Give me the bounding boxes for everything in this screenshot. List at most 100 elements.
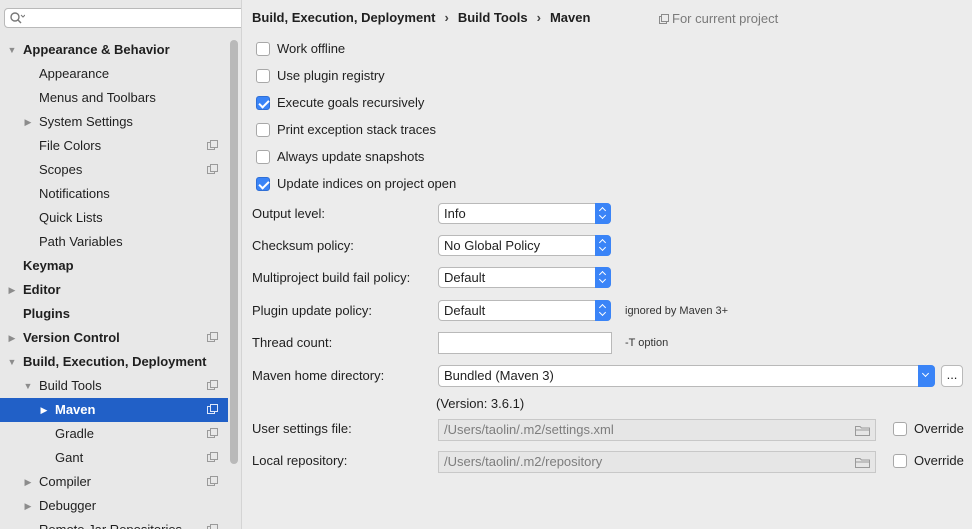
- sidebar-item-label: Compiler: [39, 474, 92, 489]
- expand-right-icon[interactable]: ▶: [23, 470, 33, 494]
- sidebar-item-label: File Colors: [39, 138, 102, 153]
- sidebar-item-label: Editor: [23, 282, 61, 297]
- sidebar-item-label: Plugins: [23, 306, 70, 321]
- expand-right-icon[interactable]: ▶: [23, 494, 33, 518]
- option-label: Use plugin registry: [277, 68, 385, 83]
- path-value: /Users/taolin/.m2/settings.xml: [444, 422, 614, 437]
- option-label: Always update snapshots: [277, 149, 425, 164]
- project-scope-icon: [207, 380, 218, 390]
- output-level-select[interactable]: Info: [438, 203, 611, 224]
- plugin-update-policy-hint: ignored by Maven 3+: [625, 305, 729, 317]
- sidebar-item-label: Menus and Toolbars: [39, 90, 156, 105]
- sidebar-item[interactable]: ▶ System Settings: [0, 110, 228, 134]
- sidebar-item[interactable]: ▶ Version Control: [0, 326, 228, 350]
- local-repository-field: /Users/taolin/.m2/repository: [438, 451, 876, 473]
- sidebar-item[interactable]: ▼ Build Tools: [0, 374, 228, 398]
- select-value: Default: [444, 303, 486, 318]
- chevron-down-icon: [918, 365, 935, 387]
- folder-icon[interactable]: [855, 457, 870, 468]
- plugin-update-policy-label: Plugin update policy:: [252, 303, 372, 318]
- sidebar-item[interactable]: ▶ Debugger: [0, 494, 228, 518]
- expand-down-icon[interactable]: ▼: [7, 350, 17, 374]
- sidebar-item[interactable]: Gant: [0, 446, 228, 470]
- breadcrumb-separator: ›: [444, 10, 449, 25]
- sidebar-item[interactable]: Remote Jar Repositories: [0, 518, 228, 529]
- override-checkbox[interactable]: [893, 454, 907, 468]
- sidebar-item[interactable]: Notifications: [0, 182, 228, 206]
- plugin-update-policy-select[interactable]: Default: [438, 300, 611, 321]
- sidebar-item[interactable]: Appearance: [0, 62, 228, 86]
- expand-down-icon[interactable]: ▼: [23, 374, 33, 398]
- unchecked-checkbox[interactable]: [256, 42, 270, 56]
- project-scope-icon: [207, 428, 218, 438]
- sidebar-item-label: Build, Execution, Deployment: [23, 354, 207, 369]
- sidebar-item[interactable]: ▶ Maven: [0, 398, 228, 422]
- override-checkbox[interactable]: [893, 422, 907, 436]
- folder-icon[interactable]: [855, 425, 870, 436]
- thread-count-label: Thread count:: [252, 335, 333, 350]
- sidebar-item-label: Scopes: [39, 162, 83, 177]
- chevron-updown-icon: [595, 267, 611, 288]
- checked-checkbox[interactable]: [256, 177, 270, 191]
- sidebar-item[interactable]: Gradle: [0, 422, 228, 446]
- path-value: /Users/taolin/.m2/repository: [444, 454, 603, 469]
- option-label: Update indices on project open: [277, 176, 457, 191]
- local-repository-label: Local repository:: [252, 453, 348, 468]
- sidebar-item[interactable]: Quick Lists: [0, 206, 228, 230]
- expand-down-icon[interactable]: ▼: [7, 38, 17, 62]
- project-scope-icon: [207, 164, 218, 174]
- scope-label: For current project: [672, 11, 779, 26]
- checksum-policy-select[interactable]: No Global Policy: [438, 235, 611, 256]
- user-settings-file-label: User settings file:: [252, 421, 352, 436]
- sidebar-item-label: Maven: [55, 402, 96, 417]
- sidebar-item-label: Appearance: [39, 66, 110, 81]
- sidebar-item[interactable]: Menus and Toolbars: [0, 86, 228, 110]
- expand-right-icon[interactable]: ▶: [7, 326, 17, 350]
- select-value: Info: [444, 206, 466, 221]
- sidebar-item-label: System Settings: [39, 114, 133, 129]
- sidebar-item[interactable]: ▼ Build, Execution, Deployment: [0, 350, 228, 374]
- unchecked-checkbox[interactable]: [256, 150, 270, 164]
- override-label: Override: [914, 421, 964, 436]
- sidebar-item-label: Keymap: [23, 258, 74, 273]
- sidebar-item-label: Build Tools: [39, 378, 102, 393]
- project-scope-icon: [207, 404, 218, 414]
- expand-right-icon[interactable]: ▶: [39, 398, 49, 422]
- sidebar-item-label: Quick Lists: [39, 210, 103, 225]
- unchecked-checkbox[interactable]: [256, 69, 270, 83]
- sidebar-scrollbar[interactable]: [230, 40, 238, 464]
- unchecked-checkbox[interactable]: [256, 123, 270, 137]
- thread-count-input[interactable]: [438, 332, 612, 354]
- sidebar-item[interactable]: ▶ Compiler: [0, 470, 228, 494]
- maven-home-combo[interactable]: Bundled (Maven 3): [438, 365, 935, 387]
- settings-tree: ▼ Appearance & Behavior Appearance Menus an…: [0, 38, 228, 529]
- sidebar-item-label: Version Control: [23, 330, 120, 345]
- sidebar-item-label: Appearance & Behavior: [23, 42, 170, 57]
- maven-home-browse-button[interactable]: ...: [941, 365, 963, 387]
- sidebar-item-label: Notifications: [39, 186, 110, 201]
- maven-home-label: Maven home directory:: [252, 368, 385, 383]
- chevron-updown-icon: [595, 235, 611, 256]
- sidebar-item[interactable]: Keymap: [0, 254, 228, 278]
- search-icon: [10, 12, 25, 24]
- expand-right-icon[interactable]: ▶: [7, 278, 17, 302]
- sidebar-item[interactable]: ▼ Appearance & Behavior: [0, 38, 228, 62]
- checked-checkbox[interactable]: [256, 96, 270, 110]
- sidebar-item[interactable]: ▶ Editor: [0, 278, 228, 302]
- override-label: Override: [914, 453, 964, 468]
- sidebar-item[interactable]: Scopes: [0, 158, 228, 182]
- output-level-label: Output level:: [252, 206, 325, 221]
- sidebar-item[interactable]: Path Variables: [0, 230, 228, 254]
- multiproject-fail-policy-label: Multiproject build fail policy:: [252, 270, 411, 285]
- sidebar-item[interactable]: File Colors: [0, 134, 228, 158]
- expand-right-icon[interactable]: ▶: [23, 110, 33, 134]
- select-value: No Global Policy: [444, 238, 541, 253]
- settings-search-field[interactable]: [4, 8, 241, 28]
- project-scope-icon: [207, 332, 218, 342]
- breadcrumb-item: Build Tools: [457, 10, 528, 25]
- option-label: Execute goals recursively: [277, 95, 425, 110]
- sidebar-item[interactable]: Plugins: [0, 302, 228, 326]
- multiproject-fail-policy-select[interactable]: Default: [438, 267, 611, 288]
- user-settings-file-field: /Users/taolin/.m2/settings.xml: [438, 419, 876, 441]
- sidebar-item-label: Gant: [55, 450, 84, 465]
